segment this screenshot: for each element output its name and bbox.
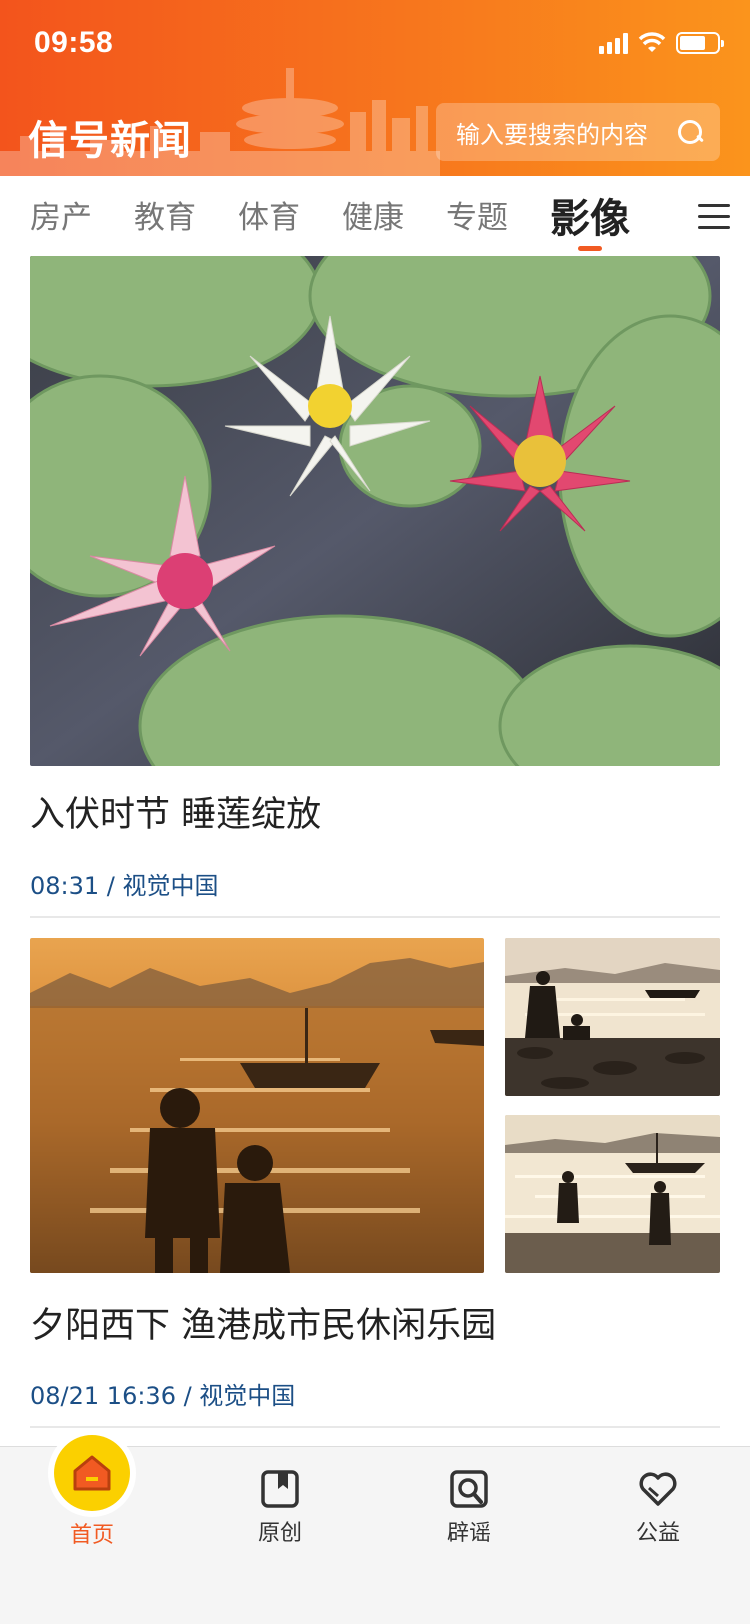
beach-wading-photo[interactable] xyxy=(505,1115,720,1273)
home-icon[interactable] xyxy=(54,1435,130,1511)
channel-menu-icon[interactable] xyxy=(698,204,730,230)
divider xyxy=(30,916,720,918)
search-icon[interactable] xyxy=(676,118,704,146)
nav-rumor[interactable]: 辟谣 xyxy=(389,1447,549,1547)
nav-home-label: 首页 xyxy=(69,1523,114,1548)
nav-original-label: 原创 xyxy=(257,1521,302,1546)
water-lilies-photo[interactable] xyxy=(30,256,720,766)
search-doc-icon xyxy=(450,1470,488,1508)
tab-sports[interactable]: 体育 xyxy=(238,192,300,237)
beach-clam-digging-photo[interactable] xyxy=(505,938,720,1096)
news-app-screen: 09:58 信号新闻 输入要搜索的内容 房产 教育 体育 健康 专题 影像 入伏… xyxy=(0,0,750,1624)
app-logo: 信号新闻 xyxy=(28,118,192,164)
tab-education[interactable]: 教育 xyxy=(134,192,196,237)
sunset-children-photo[interactable] xyxy=(30,938,484,1273)
status-icons xyxy=(599,32,724,54)
search-box[interactable]: 输入要搜索的内容 xyxy=(436,103,720,161)
active-tab-indicator xyxy=(578,246,602,251)
nav-charity-label: 公益 xyxy=(635,1521,680,1546)
divider xyxy=(30,1426,720,1428)
tab-special[interactable]: 专题 xyxy=(446,192,508,237)
tab-images[interactable]: 影像 xyxy=(550,186,630,244)
nav-original[interactable]: 原创 xyxy=(200,1447,360,1547)
heart-icon xyxy=(639,1472,677,1506)
channel-tabs: 房产 教育 体育 健康 专题 影像 xyxy=(0,176,750,254)
search-input[interactable]: 输入要搜索的内容 xyxy=(456,115,676,150)
wifi-icon xyxy=(638,32,666,52)
article-title[interactable]: 夕阳西下 渔港成市民休闲乐园 xyxy=(30,1297,496,1348)
article-meta: 08/21 16:36 / 视觉中国 xyxy=(30,1382,296,1410)
article-title[interactable]: 入伏时节 睡莲绽放 xyxy=(30,786,321,837)
nav-rumor-label: 辟谣 xyxy=(446,1521,491,1546)
cellular-signal-icon xyxy=(599,32,628,54)
bottom-navigation: 首页 原创 辟谣 公益 xyxy=(0,1435,750,1624)
tab-housing[interactable]: 房产 xyxy=(30,192,92,237)
battery-icon xyxy=(676,32,724,54)
status-time: 09:58 xyxy=(34,26,114,59)
app-header: 09:58 信号新闻 输入要搜索的内容 xyxy=(0,0,750,176)
nav-home[interactable]: 首页 xyxy=(12,1435,172,1549)
article-meta: 08:31 / 视觉中国 xyxy=(30,872,219,900)
nav-charity[interactable]: 公益 xyxy=(578,1447,738,1547)
tab-health[interactable]: 健康 xyxy=(342,192,404,237)
bookmark-icon xyxy=(261,1470,299,1508)
